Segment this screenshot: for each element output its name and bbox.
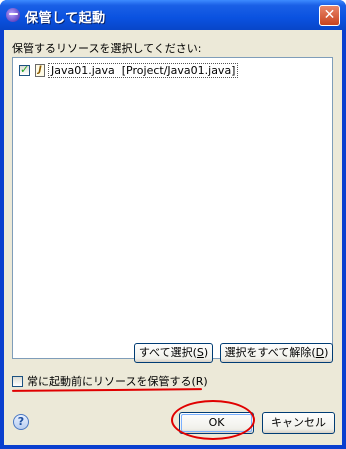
- title-bar[interactable]: 保管して起動 ✕: [0, 0, 346, 30]
- help-icon[interactable]: ?: [13, 414, 29, 430]
- always-save-label[interactable]: 常に起動前にリソースを保管する(R): [27, 373, 208, 389]
- close-button[interactable]: ✕: [319, 5, 340, 26]
- always-save-checkbox[interactable]: [12, 375, 23, 387]
- resource-list[interactable]: J Java01.java [Project/Java01.java]: [12, 57, 333, 359]
- resource-label: Java01.java [Project/Java01.java]: [48, 62, 239, 78]
- cancel-button[interactable]: キャンセル: [262, 412, 335, 434]
- resource-checkbox[interactable]: [19, 63, 30, 76]
- eclipse-icon: [6, 8, 20, 22]
- select-all-button[interactable]: すべて選択(S): [134, 343, 213, 363]
- dialog-window: 保管して起動 ✕ 保管するリソースを選択してください: J Java01.jav…: [0, 0, 346, 449]
- window-title: 保管して起動: [25, 11, 106, 26]
- deselect-all-button[interactable]: 選択をすべて解除(D): [220, 343, 333, 363]
- annotation-circle: [171, 400, 255, 440]
- instruction-text: 保管するリソースを選択してください:: [12, 42, 202, 55]
- dialog-body: 保管するリソースを選択してください: J Java01.java [Projec…: [4, 30, 342, 445]
- java-file-icon: J: [35, 63, 45, 77]
- always-save-option[interactable]: 常に起動前にリソースを保管する(R): [12, 373, 208, 389]
- list-item[interactable]: J Java01.java [Project/Java01.java]: [19, 62, 239, 78]
- annotation-underline: [11, 388, 203, 392]
